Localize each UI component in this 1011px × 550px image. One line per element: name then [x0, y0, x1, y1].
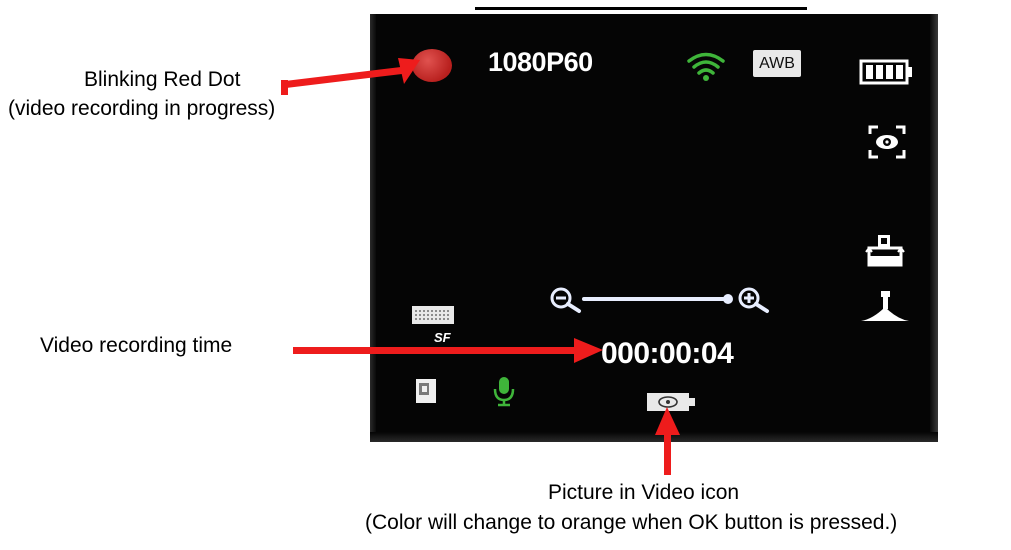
callout-recording-time: Video recording time [40, 334, 233, 357]
recording-dot-icon [412, 49, 452, 82]
memory-card-icon [416, 379, 436, 403]
zoom-slider-track [582, 297, 728, 301]
screen-bezel-bottom [370, 432, 938, 442]
white-balance-icon: AWB [753, 50, 801, 77]
title-underline [475, 7, 807, 10]
callout-recording-dot: Blinking Red Dot [84, 68, 241, 91]
image-quality-icon: SF [412, 306, 454, 345]
exposure-eye-icon [868, 125, 906, 159]
camera-screen: 1080P60 AWB SF 000:00:04 [370, 14, 938, 442]
wifi-icon [687, 52, 725, 81]
screen-bezel-left [370, 14, 376, 442]
callout-picture-in-video-subtitle: (Color will change to orange when OK but… [365, 511, 898, 534]
zoom-out-icon [550, 287, 581, 313]
callout-recording-dot-subtitle: (video recording in progress) [8, 97, 276, 120]
stabilization-icon [865, 235, 905, 267]
microphone-icon [493, 377, 515, 407]
battery-icon [859, 59, 912, 85]
tripod-icon [861, 291, 909, 321]
callout-picture-in-video: Picture in Video icon [548, 481, 740, 504]
screen-bezel-right [930, 14, 938, 442]
picture-in-video-icon [647, 393, 695, 411]
recording-time: 000:00:04 [601, 337, 734, 370]
zoom-in-icon [738, 287, 769, 313]
quality-label: SF [434, 330, 452, 345]
video-resolution: 1080P60 [488, 47, 593, 77]
zoom-slider-knob [723, 294, 733, 304]
